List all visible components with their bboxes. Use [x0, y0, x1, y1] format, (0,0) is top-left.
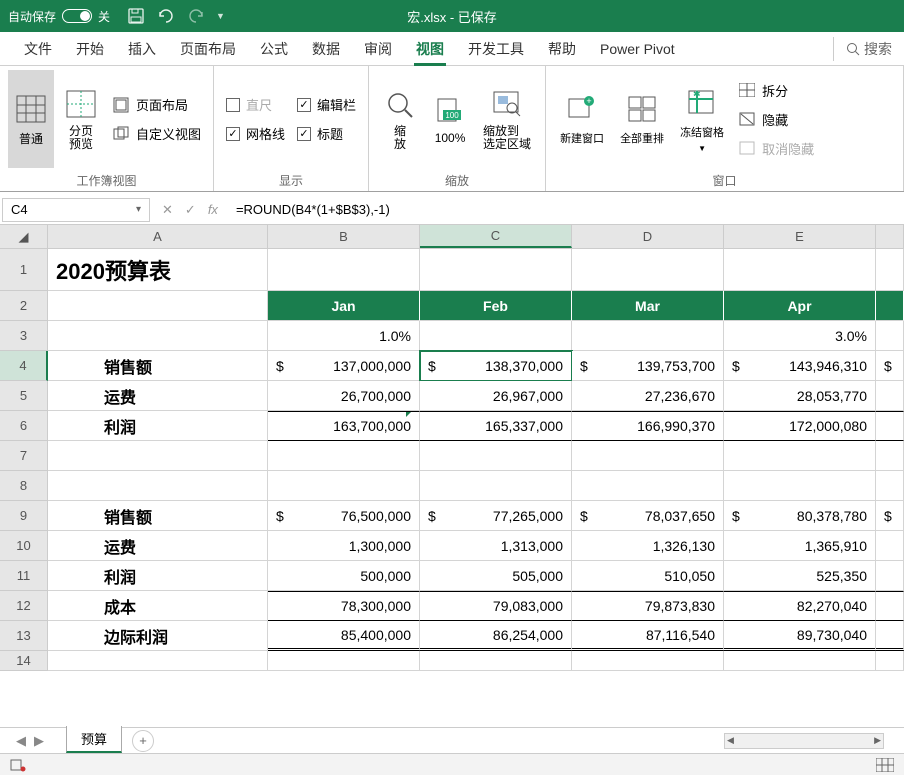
- col-header-D[interactable]: D: [572, 225, 724, 248]
- col-header-F[interactable]: [876, 225, 904, 248]
- normal-view-icon[interactable]: [876, 758, 894, 772]
- active-cell[interactable]: $138,370,000: [420, 351, 572, 381]
- unhide-button: 取消隐藏: [734, 137, 818, 160]
- freeze-icon: ✱: [685, 86, 719, 120]
- qat-dropdown-icon[interactable]: ▼: [216, 11, 225, 21]
- autosave-state: 关: [98, 8, 110, 25]
- chevron-down-icon: ▼: [698, 144, 706, 153]
- page-layout-button[interactable]: 页面布局: [108, 93, 205, 116]
- toggle-switch[interactable]: [62, 9, 92, 23]
- record-macro-icon[interactable]: [10, 758, 26, 772]
- hide-button[interactable]: 隐藏: [734, 108, 818, 131]
- new-window-button[interactable]: + 新建窗口: [554, 70, 610, 168]
- svg-text:+: +: [586, 96, 591, 106]
- tab-page-layout[interactable]: 页面布局: [168, 32, 248, 66]
- row-header[interactable]: 1: [0, 249, 48, 291]
- fx-icon[interactable]: fx: [208, 202, 218, 217]
- page-break-button[interactable]: 分页 预览: [58, 70, 104, 168]
- tab-home[interactable]: 开始: [64, 32, 116, 66]
- tab-view[interactable]: 视图: [404, 32, 456, 66]
- tab-file[interactable]: 文件: [12, 32, 64, 66]
- svg-text:100: 100: [445, 111, 459, 120]
- window-title: 宏.xlsx - 已保存: [407, 7, 497, 26]
- normal-view-button[interactable]: 普通: [8, 70, 54, 168]
- quick-access-toolbar: ▼: [126, 6, 225, 26]
- group-label: 工作簿视图: [8, 168, 205, 189]
- hide-icon: [738, 110, 756, 128]
- autosave-label: 自动保存: [8, 8, 56, 25]
- redo-icon[interactable]: [186, 6, 206, 26]
- spreadsheet-grid[interactable]: ◢ A B C D E 1 2020预算表 2 Jan Feb Mar Apr …: [0, 225, 904, 671]
- select-all-corner[interactable]: ◢: [0, 225, 48, 248]
- tab-power-pivot[interactable]: Power Pivot: [588, 32, 687, 66]
- add-sheet-button[interactable]: +: [132, 730, 154, 752]
- formula-input[interactable]: =ROUND(B4*(1+$B$3),-1): [228, 202, 904, 217]
- ruler-checkbox: 直尺: [222, 93, 289, 116]
- zoom-100-button[interactable]: 100 100%: [427, 70, 473, 168]
- custom-views-button[interactable]: 自定义视图: [108, 122, 205, 145]
- custom-views-icon: [112, 125, 130, 143]
- group-workbook-views: 普通 分页 预览 页面布局 自定义视图 工作簿视图: [0, 66, 214, 191]
- zoom-icon: [383, 87, 417, 121]
- save-icon[interactable]: [126, 6, 146, 26]
- tab-developer[interactable]: 开发工具: [456, 32, 536, 66]
- unhide-icon: [738, 139, 756, 157]
- enter-icon: ✓: [185, 202, 196, 218]
- status-bar: [0, 753, 904, 775]
- page-break-icon: [64, 87, 98, 121]
- ribbon-content: 普通 分页 预览 页面布局 自定义视图 工作簿视图 直尺: [0, 66, 904, 192]
- arrange-icon: [625, 92, 659, 126]
- tab-formulas[interactable]: 公式: [248, 32, 300, 66]
- cell[interactable]: 2020预算表: [48, 249, 268, 291]
- headings-checkbox[interactable]: ✓标题: [293, 122, 360, 145]
- formula-bar: C4 ✕ ✓ fx =ROUND(B4*(1+$B$3),-1): [0, 195, 904, 225]
- gridlines-checkbox[interactable]: ✓网格线: [222, 122, 289, 145]
- split-button[interactable]: 拆分: [734, 79, 818, 102]
- tab-insert[interactable]: 插入: [116, 32, 168, 66]
- sheet-tab[interactable]: 预算: [66, 726, 122, 753]
- zoom-selection-button[interactable]: 缩放到 选定区域: [477, 70, 537, 168]
- sheet-nav[interactable]: ◀▶: [0, 733, 60, 749]
- tab-review[interactable]: 审阅: [352, 32, 404, 66]
- new-window-icon: +: [565, 92, 599, 126]
- col-header-E[interactable]: E: [724, 225, 876, 248]
- page-layout-icon: [112, 96, 130, 114]
- freeze-panes-button[interactable]: ✱ 冻结窗格 ▼: [674, 70, 730, 168]
- svg-text:✱: ✱: [693, 89, 701, 99]
- tab-data[interactable]: 数据: [300, 32, 352, 66]
- title-bar: 自动保存 关 ▼ 宏.xlsx - 已保存: [0, 0, 904, 32]
- undo-icon[interactable]: [156, 6, 176, 26]
- col-header-C[interactable]: C: [420, 225, 572, 248]
- hundred-icon: 100: [433, 93, 467, 127]
- search-icon: [846, 42, 860, 56]
- group-window: + 新建窗口 全部重排 ✱ 冻结窗格 ▼ 拆分 隐藏 取消隐藏 窗口: [546, 66, 904, 191]
- cancel-icon: ✕: [162, 202, 173, 218]
- zoom-selection-icon: [490, 87, 524, 121]
- horizontal-scrollbar[interactable]: [724, 733, 884, 749]
- col-header-B[interactable]: B: [268, 225, 420, 248]
- col-header-A[interactable]: A: [48, 225, 268, 248]
- search-box[interactable]: 搜索: [833, 37, 892, 61]
- arrange-all-button[interactable]: 全部重排: [614, 70, 670, 168]
- split-icon: [738, 81, 756, 99]
- name-box[interactable]: C4: [2, 198, 150, 222]
- autosave-toggle[interactable]: 自动保存 关: [8, 8, 110, 25]
- formula-bar-checkbox[interactable]: ✓编辑栏: [293, 93, 360, 116]
- ribbon-tabs: 文件 开始 插入 页面布局 公式 数据 审阅 视图 开发工具 帮助 Power …: [0, 32, 904, 66]
- group-zoom: 缩 放 100 100% 缩放到 选定区域 缩放: [369, 66, 546, 191]
- tab-help[interactable]: 帮助: [536, 32, 588, 66]
- zoom-button[interactable]: 缩 放: [377, 70, 423, 168]
- grid-icon: [14, 92, 48, 126]
- group-show: 直尺 ✓网格线 ✓编辑栏 ✓标题 显示: [214, 66, 369, 191]
- sheet-tab-bar: ◀▶ 预算 +: [0, 727, 904, 753]
